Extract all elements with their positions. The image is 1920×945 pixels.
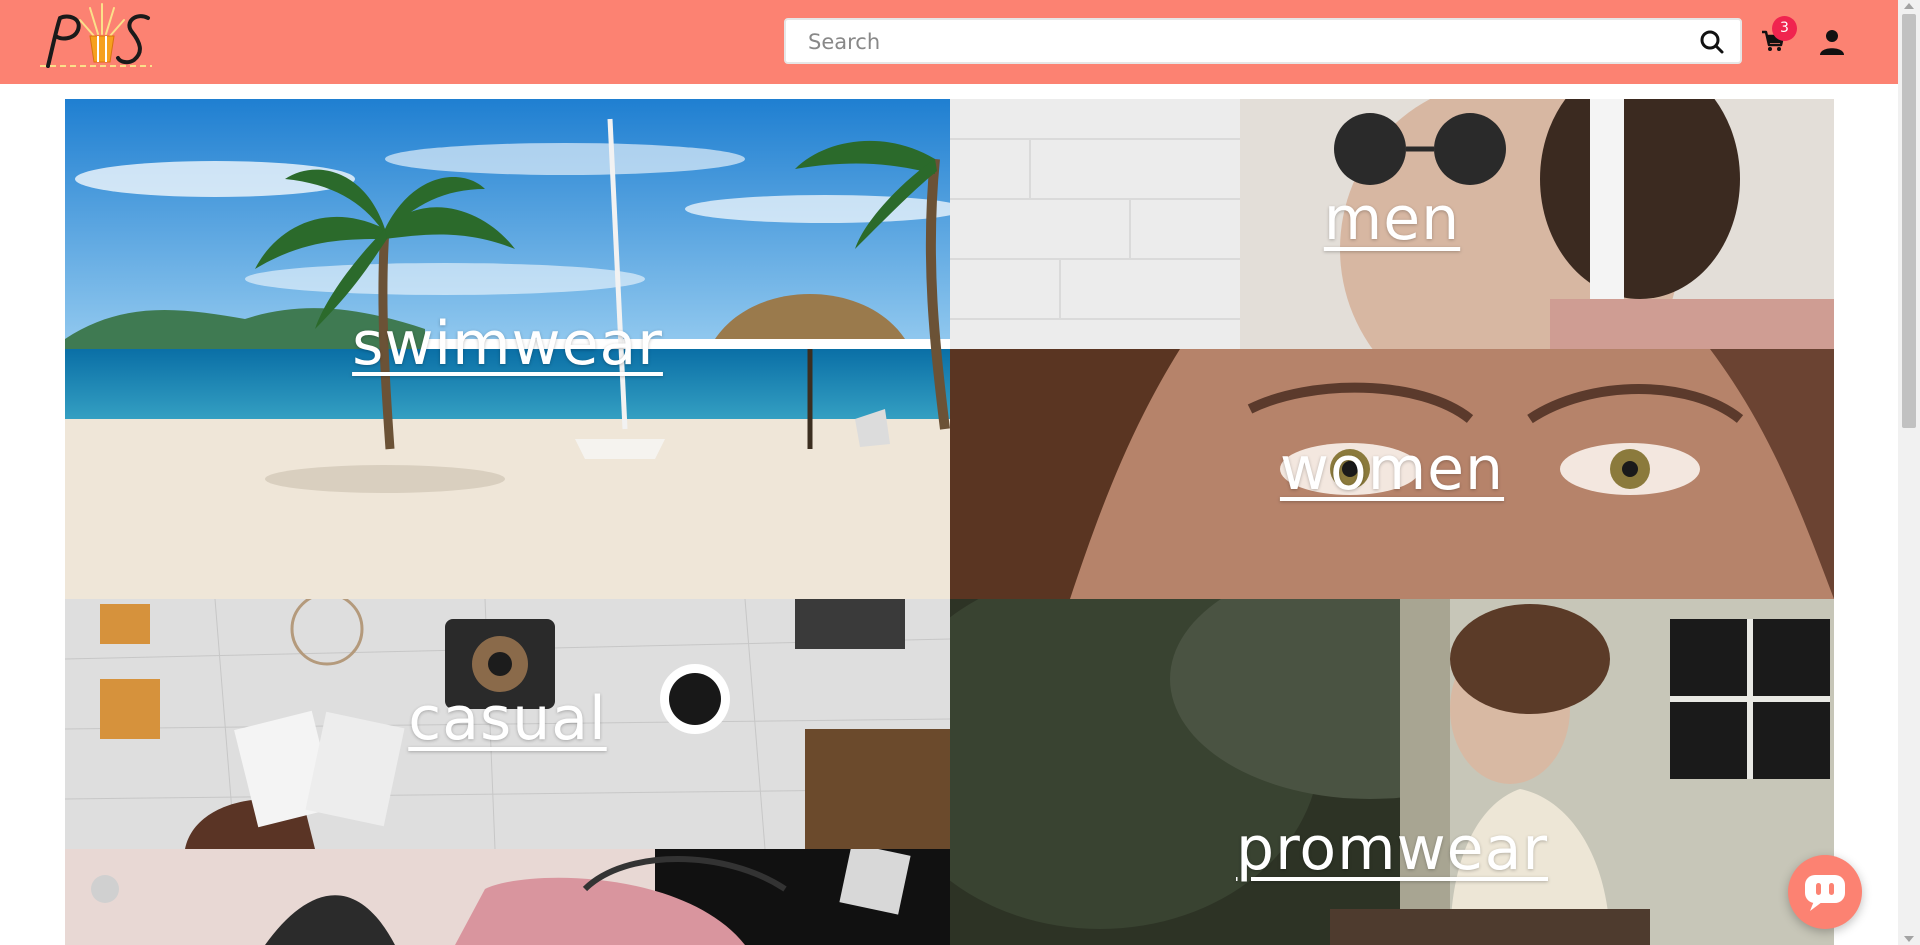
handbag-image bbox=[65, 849, 950, 945]
category-label-swimwear[interactable]: swimwear bbox=[65, 309, 950, 379]
category-label-women[interactable]: women bbox=[950, 434, 1834, 504]
search-input[interactable] bbox=[806, 20, 1690, 64]
promwear-image bbox=[950, 599, 1834, 945]
site-header: 3 bbox=[0, 0, 1898, 84]
category-tile-swimwear[interactable]: swimwear bbox=[65, 99, 950, 599]
page-scrollbar[interactable] bbox=[1898, 0, 1920, 945]
brand-logo[interactable] bbox=[32, 0, 164, 76]
category-tile-promwear[interactable]: promwear bbox=[950, 599, 1834, 945]
category-tile-women[interactable]: women bbox=[950, 349, 1834, 599]
scrollbar-thumb[interactable] bbox=[1902, 14, 1916, 428]
category-tile-accessories[interactable] bbox=[65, 849, 950, 945]
chat-button[interactable] bbox=[1788, 855, 1862, 929]
category-label-men[interactable]: men bbox=[950, 184, 1834, 254]
scroll-down-arrow-icon[interactable] bbox=[1904, 936, 1914, 942]
category-label-casual[interactable]: casual bbox=[65, 684, 950, 754]
chat-bubble-icon bbox=[1805, 875, 1845, 911]
category-tile-casual[interactable]: casual bbox=[65, 599, 950, 849]
scroll-up-arrow-icon[interactable] bbox=[1904, 3, 1914, 9]
search-icon[interactable] bbox=[1698, 28, 1726, 56]
cart-count-badge: 3 bbox=[1772, 16, 1797, 41]
user-icon[interactable] bbox=[1818, 28, 1846, 56]
category-label-promwear[interactable]: promwear bbox=[950, 814, 1834, 884]
category-tile-men[interactable]: men bbox=[950, 99, 1834, 349]
search-bar bbox=[784, 18, 1742, 64]
